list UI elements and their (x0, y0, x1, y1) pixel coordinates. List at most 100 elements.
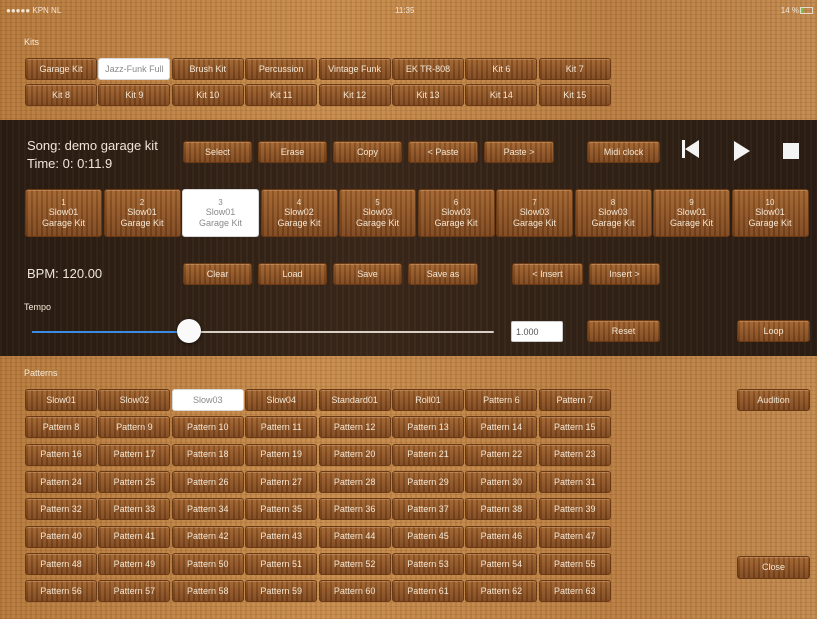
copy-button[interactable]: Copy (333, 141, 402, 163)
pattern-button[interactable]: Pattern 9 (98, 416, 171, 439)
paste-after-button[interactable]: Paste > (484, 141, 554, 163)
pattern-button[interactable]: Pattern 37 (392, 498, 464, 521)
pattern-button[interactable]: Pattern 33 (98, 498, 171, 521)
pattern-button[interactable]: Roll01 (392, 389, 464, 411)
clear-button[interactable]: Clear (183, 263, 252, 285)
pattern-button[interactable]: Pattern 26 (171, 470, 244, 493)
kit-button[interactable]: Kit 10 (171, 84, 244, 106)
kit-button[interactable]: Kit 8 (25, 84, 97, 106)
pattern-button[interactable]: Pattern 41 (98, 525, 171, 548)
pattern-button[interactable]: Pattern 13 (392, 416, 464, 439)
pattern-button[interactable]: Standard01 (318, 389, 391, 411)
pattern-button[interactable]: Pattern 7 (538, 389, 611, 411)
pattern-button[interactable]: Pattern 15 (538, 416, 611, 439)
sequence-slot[interactable]: 5 Slow03 Garage Kit (339, 189, 416, 237)
kit-button[interactable]: EK TR-808 (392, 58, 464, 80)
pattern-button[interactable]: Pattern 43 (245, 525, 318, 548)
pattern-button[interactable]: Pattern 23 (538, 443, 611, 466)
pattern-button[interactable]: Slow01 (25, 389, 97, 411)
pattern-button[interactable]: Pattern 58 (171, 580, 244, 603)
pattern-button[interactable]: Pattern 12 (318, 416, 391, 439)
pattern-button[interactable]: Pattern 16 (25, 443, 97, 466)
pattern-button[interactable]: Slow04 (245, 389, 318, 411)
pattern-button[interactable]: Pattern 56 (25, 580, 97, 603)
sequence-slot[interactable]: 9 Slow01 Garage Kit (653, 189, 730, 237)
pattern-button[interactable]: Pattern 35 (245, 498, 318, 521)
kit-button[interactable]: Kit 6 (465, 58, 538, 80)
pattern-button[interactable]: Pattern 11 (245, 416, 318, 439)
pattern-button[interactable]: Pattern 20 (318, 443, 391, 466)
kit-button[interactable]: Kit 11 (245, 84, 318, 106)
pattern-button[interactable]: Pattern 14 (465, 416, 538, 439)
pattern-button[interactable]: Pattern 46 (465, 525, 538, 548)
insert-after-button[interactable]: Insert > (589, 263, 660, 285)
pattern-button[interactable]: Pattern 59 (245, 580, 318, 603)
pattern-button[interactable]: Slow03 (171, 389, 244, 411)
close-button[interactable]: Close (737, 556, 810, 579)
pattern-button[interactable]: Pattern 48 (25, 552, 97, 575)
pattern-button[interactable]: Pattern 6 (465, 389, 538, 411)
tempo-slider-thumb[interactable] (177, 319, 202, 343)
midi-clock-button[interactable]: Midi clock (587, 141, 660, 163)
sequence-slot[interactable]: 3 Slow01 Garage Kit (182, 189, 259, 237)
kit-button[interactable]: Kit 14 (465, 84, 538, 106)
audition-button[interactable]: Audition (737, 389, 810, 411)
pattern-button[interactable]: Pattern 42 (171, 525, 244, 548)
sequence-slot[interactable]: 2 Slow01 Garage Kit (103, 189, 181, 237)
play-icon[interactable] (734, 141, 758, 163)
pattern-button[interactable]: Pattern 47 (538, 525, 611, 548)
pattern-button[interactable]: Pattern 21 (392, 443, 464, 466)
pattern-button[interactable]: Pattern 29 (392, 470, 464, 493)
pattern-button[interactable]: Pattern 60 (318, 580, 391, 603)
save-as-button[interactable]: Save as (408, 263, 478, 285)
pattern-button[interactable]: Pattern 38 (465, 498, 538, 521)
pattern-button[interactable]: Pattern 31 (538, 470, 611, 493)
kit-button[interactable]: Percussion (245, 58, 318, 80)
sequence-slot[interactable]: 4 Slow02 Garage Kit (260, 189, 338, 237)
pattern-button[interactable]: Pattern 51 (245, 552, 318, 575)
pattern-button[interactable]: Pattern 32 (25, 498, 97, 521)
kit-button[interactable]: Vintage Funk (318, 58, 391, 80)
pattern-button[interactable]: Pattern 22 (465, 443, 538, 466)
paste-before-button[interactable]: < Paste (408, 141, 478, 163)
kit-button[interactable]: Jazz-Funk Full (98, 58, 171, 80)
pattern-button[interactable]: Pattern 40 (25, 525, 97, 548)
pattern-button[interactable]: Pattern 63 (538, 580, 611, 603)
kit-button[interactable]: Kit 9 (98, 84, 171, 106)
pattern-button[interactable]: Pattern 49 (98, 552, 171, 575)
sequence-slot[interactable]: 6 Slow03 Garage Kit (417, 189, 495, 237)
tempo-value-field[interactable]: 1.000 (511, 321, 563, 342)
pattern-button[interactable]: Pattern 39 (538, 498, 611, 521)
pattern-button[interactable]: Pattern 19 (245, 443, 318, 466)
pattern-button[interactable]: Pattern 25 (98, 470, 171, 493)
reset-button[interactable]: Reset (587, 320, 660, 342)
pattern-button[interactable]: Pattern 52 (318, 552, 391, 575)
erase-button[interactable]: Erase (258, 141, 327, 163)
pattern-button[interactable]: Slow02 (98, 389, 171, 411)
pattern-button[interactable]: Pattern 27 (245, 470, 318, 493)
pattern-button[interactable]: Pattern 53 (392, 552, 464, 575)
kit-button[interactable]: Garage Kit (25, 58, 97, 80)
select-button[interactable]: Select (183, 141, 252, 163)
pattern-button[interactable]: Pattern 24 (25, 470, 97, 493)
pattern-button[interactable]: Pattern 17 (98, 443, 171, 466)
pattern-button[interactable]: Pattern 57 (98, 580, 171, 603)
pattern-button[interactable]: Pattern 45 (392, 525, 464, 548)
pattern-button[interactable]: Pattern 50 (171, 552, 244, 575)
pattern-button[interactable]: Pattern 44 (318, 525, 391, 548)
insert-before-button[interactable]: < Insert (512, 263, 583, 285)
kit-button[interactable]: Kit 7 (538, 58, 611, 80)
pattern-button[interactable]: Pattern 61 (392, 580, 464, 603)
pattern-button[interactable]: Pattern 10 (171, 416, 244, 439)
pattern-button[interactable]: Pattern 55 (538, 552, 611, 575)
load-button[interactable]: Load (258, 263, 327, 285)
skip-to-start-icon[interactable] (682, 140, 706, 162)
kit-button[interactable]: Kit 12 (318, 84, 391, 106)
pattern-button[interactable]: Pattern 54 (465, 552, 538, 575)
kit-button[interactable]: Kit 15 (538, 84, 611, 106)
tempo-slider[interactable] (32, 331, 494, 333)
pattern-button[interactable]: Pattern 36 (318, 498, 391, 521)
sequence-slot[interactable]: 7 Slow03 Garage Kit (496, 189, 573, 237)
kit-button[interactable]: Kit 13 (392, 84, 464, 106)
stop-icon[interactable] (783, 143, 807, 165)
